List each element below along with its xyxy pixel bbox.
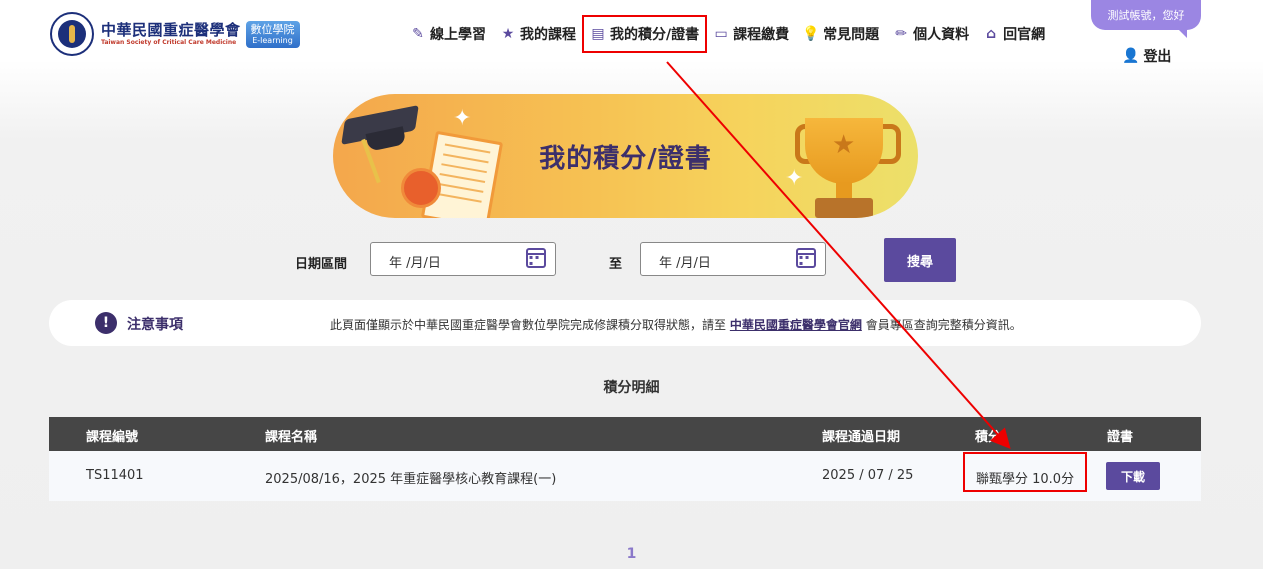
lightbulb-icon: 💡 (802, 26, 820, 42)
nav-label: 個人資料 (913, 27, 970, 43)
pencil-icon: ✏ (895, 26, 907, 42)
notice-text-after: 會員專區查詢完整積分資訊。 (865, 318, 1022, 332)
col-course-code: 課程編號 (86, 430, 139, 445)
main-nav: ✎ 線上學習 ★ 我的課程 ▤ 我的積分/證書 ▭ 課程繳費 💡 常見問題 ✏ … (410, 15, 1059, 53)
nav-label: 線上學習 (430, 27, 486, 43)
cell-course-name: 2025/08/16，2025 年重症醫學核心教育課程(一) (265, 472, 557, 487)
badge-line2: E-learning (252, 35, 293, 45)
cell-credits: 聯甄學分 10.0分 (976, 472, 1075, 487)
edit-icon: ✎ (412, 26, 424, 42)
sparkle-icon: ✦ (785, 166, 804, 191)
col-pass-date: 課程通過日期 (822, 430, 901, 445)
notice-panel: ! 注意事項 此頁面僅顯示於中華民國重症醫學會數位學院完成修課積分取得狀態，請至… (49, 300, 1201, 346)
search-button[interactable]: 搜尋 (884, 238, 956, 282)
pagination-current-page[interactable]: 1 (0, 546, 1263, 562)
table-header: 課程編號 課程名稱 課程通過日期 積分 證書 (49, 417, 1201, 451)
calendar-icon[interactable] (526, 248, 546, 268)
nav-official-site[interactable]: ⌂ 回官網 (983, 23, 1045, 45)
cell-course-code: TS11401 (86, 468, 144, 483)
start-date-value: 年 /月/日 (389, 256, 441, 271)
date-filter: 日期區間 年 /月/日 至 年 /月/日 搜尋 (0, 238, 1263, 282)
nav-online-learning[interactable]: ✎ 線上學習 (410, 23, 486, 45)
home-icon: ⌂ (986, 26, 997, 42)
end-date-input[interactable]: 年 /月/日 (640, 242, 826, 276)
col-course-name: 課程名稱 (265, 430, 318, 445)
nav-label: 回官網 (1003, 27, 1046, 43)
calendar-icon[interactable] (796, 248, 816, 268)
date-range-label: 日期區間 (295, 257, 348, 272)
logo-chinese-name: 中華民國重症醫學會 (101, 21, 241, 39)
nav-faq[interactable]: 💡 常見問題 (802, 23, 880, 45)
notice-text-before: 此頁面僅顯示於中華民國重症醫學會數位學院完成修課積分取得狀態，請至 (330, 318, 727, 332)
col-credits: 積分 (975, 430, 1002, 445)
user-icon: 👤 (1122, 48, 1140, 64)
badge-line1: 數位學院 (250, 22, 295, 36)
logout-label: 登出 (1143, 49, 1172, 65)
notice-text: 此頁面僅顯示於中華民國重症醫學會數位學院完成修課積分取得狀態，請至 中華民國重症… (330, 316, 1022, 333)
col-certificate: 證書 (1107, 430, 1134, 445)
elearning-badge: 數位學院 E-learning (245, 20, 300, 48)
section-title: 積分明細 (603, 380, 660, 396)
nav-label: 我的積分/證書 (610, 27, 700, 43)
table-row: TS11401 2025/08/16，2025 年重症醫學核心教育課程(一) 2… (49, 451, 1201, 501)
exclamation-icon: ! (95, 312, 117, 334)
nav-course-payment[interactable]: ▭ 課程繳費 (713, 23, 790, 45)
nav-profile[interactable]: ✏ 個人資料 (893, 23, 969, 45)
user-greeting: 測試帳號，您好 (1091, 0, 1201, 38)
nav-my-credits[interactable]: ▤ 我的積分/證書 (581, 15, 708, 53)
page-banner: ✦ 我的積分/證書 ★ ✦ (333, 94, 918, 218)
to-label: 至 (609, 257, 623, 272)
nav-label: 我的課程 (520, 27, 576, 43)
site-logo[interactable]: 中華民國重症醫學會 Taiwan Society of Critical Car… (50, 12, 300, 56)
notice-title: 注意事項 (127, 317, 183, 333)
logo-english-name: Taiwan Society of Critical Care Medicine (101, 39, 237, 46)
sparkle-icon: ✦ (453, 106, 472, 131)
start-date-input[interactable]: 年 /月/日 (370, 242, 556, 276)
logout-link[interactable]: 👤 登出 (1122, 46, 1171, 66)
cell-pass-date: 2025 / 07 / 25 (822, 468, 914, 483)
download-certificate-button[interactable]: 下載 (1106, 462, 1160, 490)
certificate-icon: ▤ (591, 26, 605, 42)
end-date-value: 年 /月/日 (659, 256, 711, 271)
nav-my-courses[interactable]: ★ 我的課程 (500, 23, 576, 45)
star-icon: ★ (501, 26, 515, 42)
nav-label: 課程繳費 (733, 27, 790, 43)
credits-table: 課程編號 課程名稱 課程通過日期 積分 證書 TS11401 2025/08/1… (49, 417, 1201, 501)
nav-label: 常見問題 (823, 27, 880, 43)
society-emblem-icon (50, 12, 94, 56)
trophy-base (815, 198, 873, 218)
logo-text: 中華民國重症醫學會 Taiwan Society of Critical Car… (101, 21, 241, 47)
card-icon: ▭ (714, 26, 728, 42)
official-site-link[interactable]: 中華民國重症醫學會官網 (730, 318, 862, 332)
